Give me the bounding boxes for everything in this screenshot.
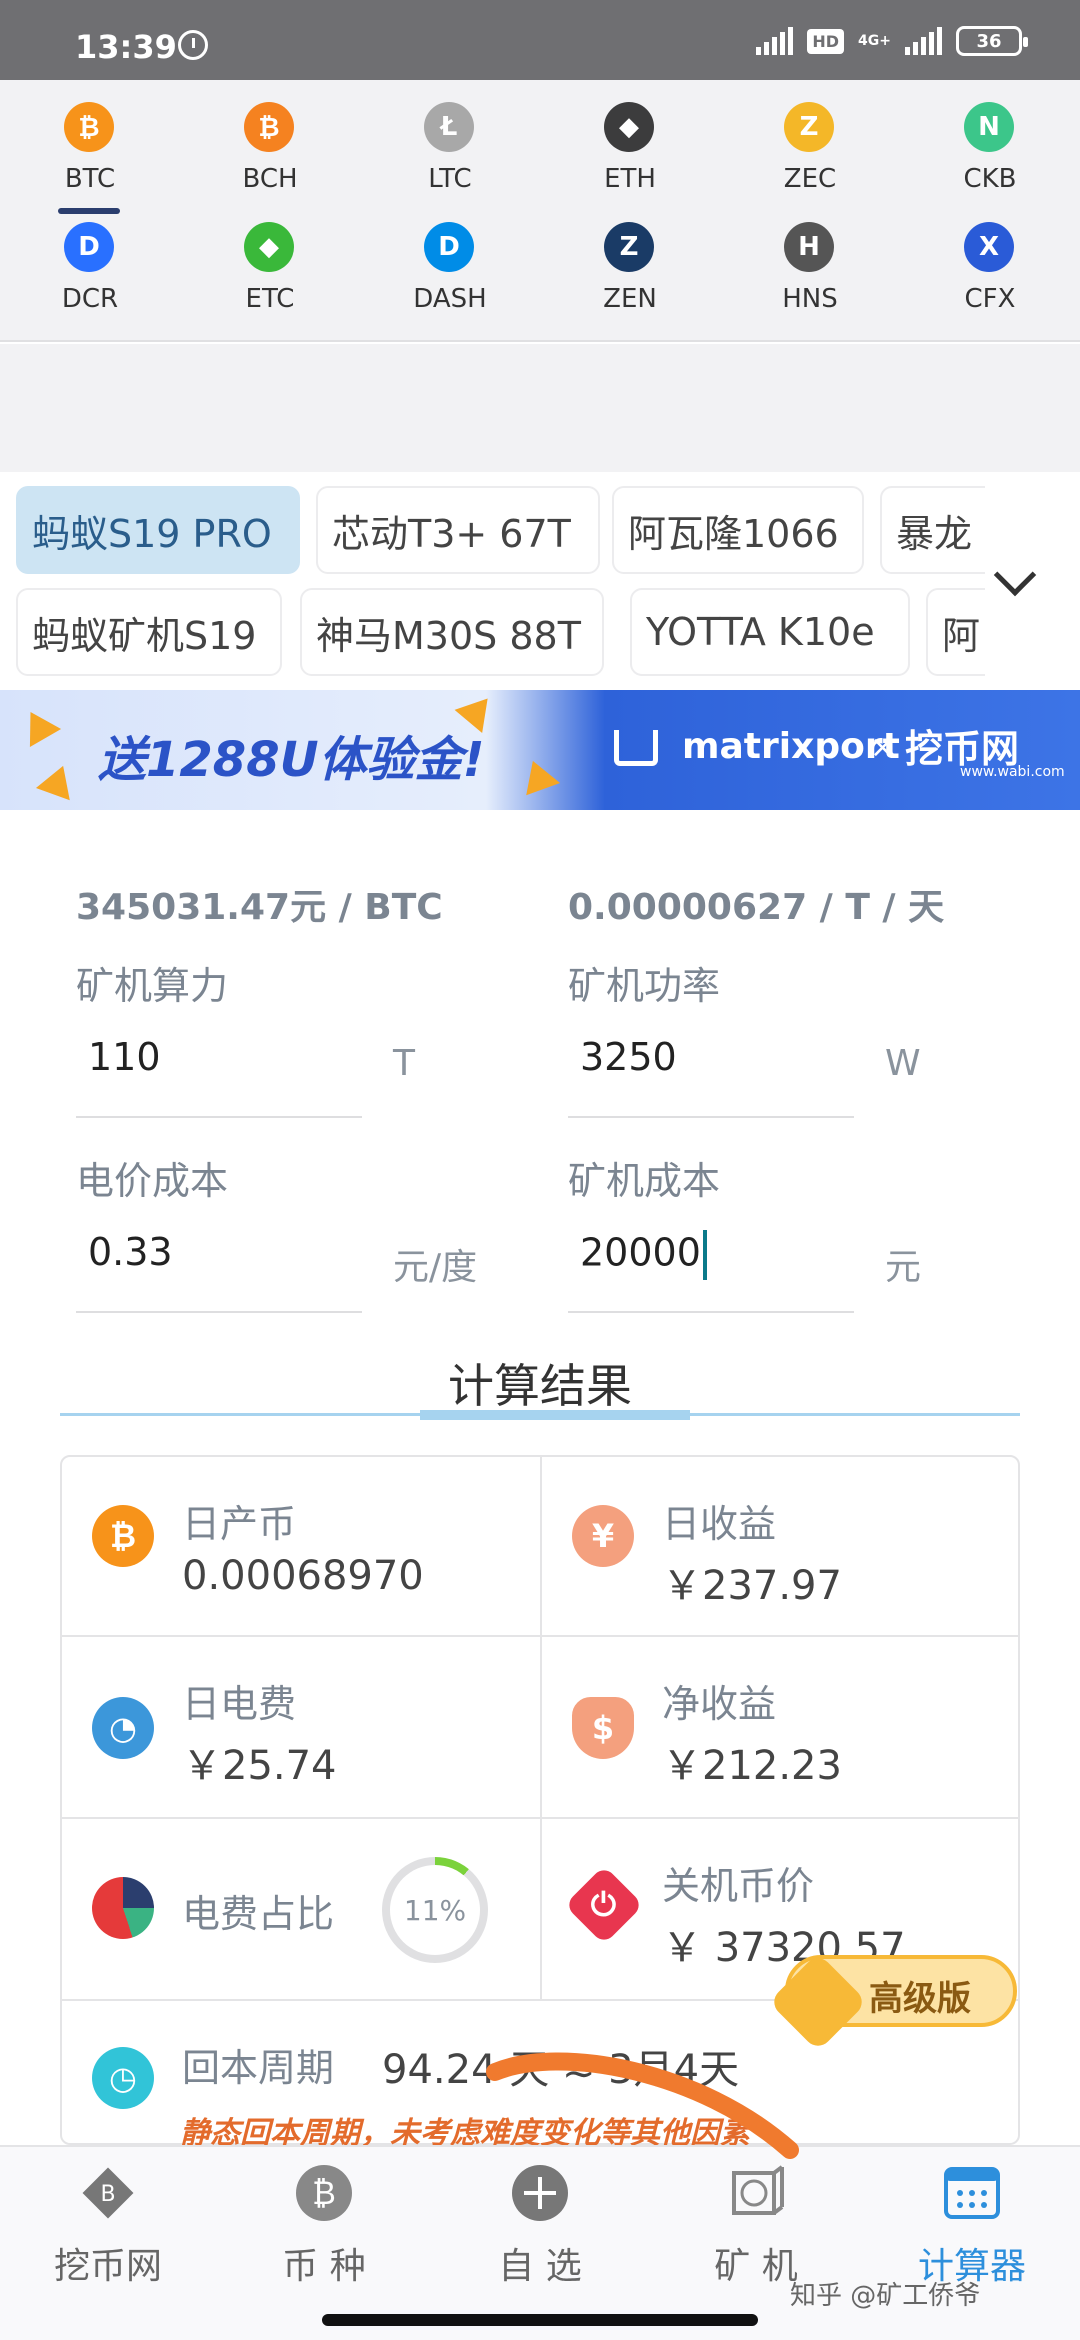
home-indicator[interactable] (322, 2314, 758, 2326)
annotation-stroke-path (486, 2052, 799, 2159)
watermark: 知乎 @矿工侨爷 (790, 2281, 981, 2311)
annotation-stroke (486, 2052, 799, 2159)
